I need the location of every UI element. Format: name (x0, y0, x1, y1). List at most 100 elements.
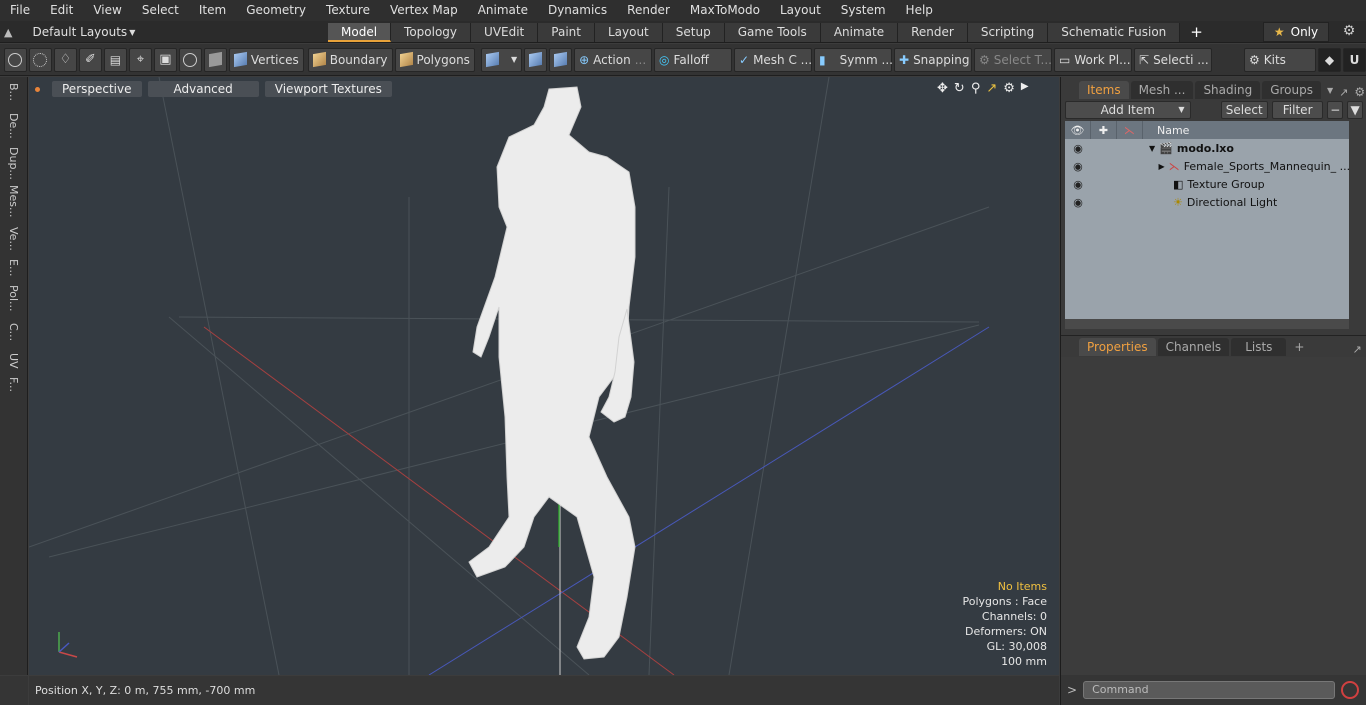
gear-icon[interactable]: ⚙ (1340, 23, 1358, 41)
tab-game-tools[interactable]: Game Tools (724, 23, 821, 42)
add-tab-icon[interactable]: + (1180, 23, 1213, 42)
mesh-constraint-button[interactable]: ✓ Mesh C ... (734, 47, 812, 72)
falloff-soft-icon[interactable] (524, 47, 548, 72)
tab-channels[interactable]: Channels (1157, 338, 1230, 356)
panel-gear-icon[interactable]: ⚙ (1354, 85, 1365, 99)
menu-system[interactable]: System (831, 0, 896, 21)
tab-scripting[interactable]: Scripting (967, 23, 1049, 42)
viewport-arrow-icon[interactable]: ▶ (1021, 81, 1029, 96)
tab-mesh[interactable]: Mesh ... (1130, 81, 1194, 99)
expand-arrow-icon[interactable]: ▼ (1149, 144, 1155, 153)
menu-maxtomodo[interactable]: MaxToModo (680, 0, 770, 21)
menu-select[interactable]: Select (132, 0, 189, 21)
snapping-button[interactable]: ✚ Snapping (894, 47, 972, 72)
unreal-icon[interactable]: U (1342, 47, 1366, 72)
menu-file[interactable]: File (0, 0, 40, 21)
falloff-hard-icon[interactable] (549, 47, 573, 72)
tree-row-directional-light[interactable]: ◉ ☀ Directional Light (1065, 193, 1349, 211)
menu-edit[interactable]: Edit (40, 0, 83, 21)
mannequin-model[interactable] (468, 86, 636, 660)
kits-button[interactable]: ⚙ Kits (1244, 47, 1316, 72)
circle-select-icon[interactable] (4, 47, 27, 72)
tab-paint[interactable]: Paint (538, 23, 595, 42)
tree-row-mesh[interactable]: ◉ ▶ ⋋ Female_Sports_Mannequin_ ... (1065, 157, 1349, 175)
symmetry-button[interactable]: ▮ Symm ... (814, 47, 893, 72)
shield-icon[interactable] (203, 47, 227, 72)
maximize-icon[interactable]: ↗ (986, 81, 997, 96)
menu-item[interactable]: Item (189, 0, 236, 21)
tab-items[interactable]: Items (1079, 81, 1129, 99)
menu-texture[interactable]: Texture (316, 0, 380, 21)
command-clear-icon[interactable] (1341, 681, 1360, 699)
collapse-icon[interactable]: ▲ (4, 26, 12, 39)
vertices-button[interactable]: Vertices (228, 47, 304, 72)
polygons-button[interactable]: Polygons (394, 47, 475, 72)
unity-icon[interactable]: ◆ (1317, 47, 1341, 72)
left-tab-curve[interactable]: C... (6, 323, 20, 341)
3d-viewport[interactable]: Perspective Advanced Viewport Textures ✥… (29, 77, 1059, 675)
left-tab-uv[interactable]: UV (6, 353, 20, 369)
left-tab-polygon[interactable]: Pol... (6, 285, 20, 312)
left-tab-deform[interactable]: De... (6, 113, 20, 139)
menu-layout[interactable]: Layout (770, 0, 831, 21)
pan-icon[interactable]: ✥ (937, 81, 948, 96)
viewport-gear-icon[interactable]: ⚙ (1003, 81, 1015, 96)
brush-icon[interactable]: ✐ (78, 47, 102, 72)
menu-view[interactable]: View (83, 0, 131, 21)
left-tab-duplicate[interactable]: Dup... (6, 147, 20, 180)
tree-row-scene[interactable]: ◉ ▼ 🎬 modo.lxo (1065, 139, 1349, 157)
action-center-button[interactable]: ⊕ Action... (574, 47, 653, 72)
eye-icon[interactable]: ◉ (1065, 160, 1091, 173)
viewport-menu-dot[interactable] (35, 86, 40, 92)
falloff-button[interactable]: ◎ Falloff (654, 47, 732, 72)
left-tab-edge[interactable]: E... (6, 259, 20, 276)
visibility-column-icon[interactable]: 👁 (1065, 121, 1091, 139)
layout-selector[interactable]: ▲ Default Layouts ▼ (4, 21, 135, 43)
menu-vertex-map[interactable]: Vertex Map (380, 0, 468, 21)
view-mode-dropdown[interactable]: Perspective (52, 81, 142, 97)
funnel-icon[interactable]: ▼ (1347, 101, 1363, 119)
align-icon[interactable]: ▤ (103, 47, 127, 72)
menu-dynamics[interactable]: Dynamics (538, 0, 617, 21)
menu-animate[interactable]: Animate (468, 0, 538, 21)
boundary-button[interactable]: Boundary (307, 47, 393, 72)
lock-column-icon[interactable]: ✚ (1091, 121, 1117, 139)
name-column[interactable]: Name (1143, 124, 1189, 137)
viewport-textures-dropdown[interactable]: Viewport Textures (264, 81, 392, 97)
only-button[interactable]: ★ Only (1263, 22, 1329, 42)
eye-icon[interactable]: ◉ (1065, 178, 1091, 191)
locator-column-icon[interactable]: ⋋ (1117, 121, 1143, 139)
add-tab-icon[interactable]: + (1294, 340, 1304, 354)
globe-icon[interactable] (28, 47, 52, 72)
props-expand-icon[interactable]: ↗ (1352, 343, 1361, 356)
tab-shading[interactable]: Shading (1195, 81, 1261, 99)
tab-properties[interactable]: Properties (1079, 338, 1156, 356)
panel-expand-icon[interactable]: ↗ (1339, 86, 1348, 99)
menu-geometry[interactable]: Geometry (236, 0, 316, 21)
selection-sets-button[interactable]: ⇱ Selecti ... (1134, 47, 1212, 72)
tab-groups[interactable]: Groups (1262, 81, 1321, 99)
item-mode-button[interactable]: ▼ (480, 47, 523, 72)
zoom-icon[interactable]: ⚲ (971, 81, 981, 96)
tab-lists[interactable]: Lists (1231, 338, 1287, 356)
left-tab-vertex[interactable]: Ve... (6, 227, 20, 251)
menu-render[interactable]: Render (617, 0, 680, 21)
tabs-chevron-down-icon[interactable]: ▼ (1327, 86, 1333, 95)
tree-hscrollbar[interactable] (1065, 319, 1349, 329)
tab-schematic-fusion[interactable]: Schematic Fusion (1048, 23, 1181, 42)
lasso-icon[interactable]: ♢ (53, 47, 77, 72)
select-button[interactable]: Select (1220, 101, 1268, 119)
tree-vscrollbar[interactable] (1351, 121, 1363, 329)
tab-render[interactable]: Render (898, 23, 968, 42)
tab-uvedit[interactable]: UVEdit (471, 23, 539, 42)
add-item-button[interactable]: Add Item ▼ (1065, 101, 1191, 119)
collapsed-arrow-icon[interactable]: ▶ (1159, 162, 1165, 171)
tab-setup[interactable]: Setup (662, 23, 725, 42)
left-tab-basic[interactable]: B... (6, 83, 20, 101)
work-plane-button[interactable]: ▭ Work Pl... (1054, 47, 1132, 72)
tab-layout[interactable]: Layout (594, 23, 663, 42)
command-input[interactable]: Command (1083, 681, 1336, 699)
orbit-icon[interactable]: ↻ (954, 81, 965, 96)
filter-button[interactable]: Filter (1271, 101, 1324, 119)
menu-help[interactable]: Help (896, 0, 943, 21)
